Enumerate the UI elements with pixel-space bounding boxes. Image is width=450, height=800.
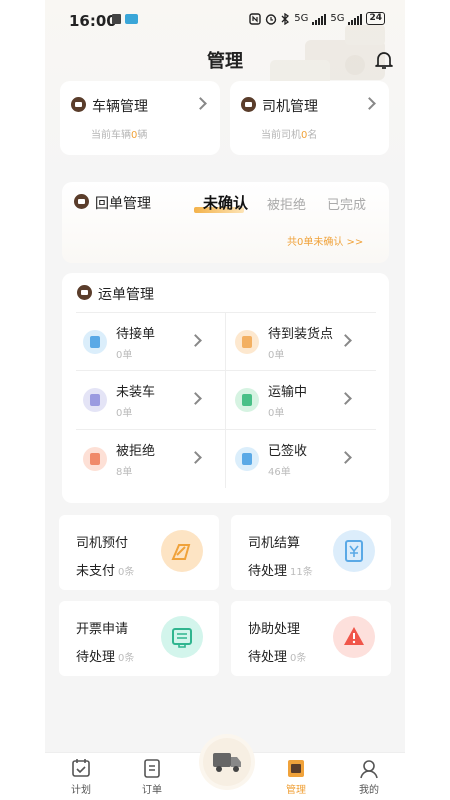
box-icon	[83, 388, 107, 412]
signal-1-label: 5G	[294, 13, 309, 24]
settlement-icon	[333, 530, 375, 572]
status-bar: 16:00 5G 5G 24	[45, 0, 405, 40]
nav-manage[interactable]: 管理	[271, 757, 321, 796]
user-icon	[360, 760, 378, 779]
receipt-title: 回单管理	[95, 196, 151, 212]
notification-icons	[111, 13, 138, 25]
vehicle-title: 车辆管理	[92, 99, 148, 115]
signal-2-icon	[348, 13, 363, 25]
chevron-right-icon	[189, 334, 202, 347]
battery-icon: 24	[366, 12, 385, 25]
vehicle-card[interactable]: 车辆管理 当前车辆0辆	[60, 81, 220, 155]
waybill-signed[interactable]: 已签收 46单	[227, 430, 375, 488]
driver-title: 司机管理	[262, 99, 318, 115]
document-icon	[144, 759, 160, 778]
center-truck-button[interactable]	[203, 738, 251, 786]
invoice-apply-tile[interactable]: 开票申请 待处理 0条	[59, 601, 219, 676]
alarm-icon	[266, 13, 277, 25]
nfc-icon	[249, 12, 261, 25]
clock-doc-icon	[83, 330, 107, 354]
system-icons: 5G 5G 24	[249, 12, 385, 25]
prepay-icon	[161, 530, 203, 572]
waybill-icon	[77, 285, 92, 300]
driver-prepay-tile[interactable]: 司机预付 未支付 0条	[59, 515, 219, 590]
transit-icon	[235, 388, 259, 412]
chevron-right-icon	[363, 97, 376, 110]
signal-1-icon	[312, 13, 327, 25]
clock: 16:00	[69, 12, 117, 30]
assist-handle-tile[interactable]: 协助处理 待处理 0条	[231, 601, 391, 676]
receipt-icon	[74, 194, 89, 209]
vehicle-count: 当前车辆0辆	[91, 130, 148, 141]
waybill-title: 运单管理	[98, 287, 154, 303]
driver-count: 当前司机0名	[261, 130, 318, 141]
truck-icon	[213, 753, 241, 772]
waybill-pending-accept[interactable]: 待接单 0单	[75, 313, 223, 371]
tab-unconfirmed[interactable]: 未确认	[203, 192, 248, 213]
nav-plan[interactable]: 计划	[56, 757, 106, 796]
driver-settlement-tile[interactable]: 司机结算 待处理 11条	[231, 515, 391, 590]
nav-mine[interactable]: 我的	[344, 757, 394, 796]
tab-rejected[interactable]: 被拒绝	[267, 194, 306, 213]
check-doc-icon	[235, 447, 259, 471]
phone-screen: 16:00 5G 5G 24 管理 车辆管理 当前车辆0辆 司机管理 当前司机0…	[45, 0, 405, 800]
page-title: 管理	[207, 51, 243, 72]
chevron-right-icon	[189, 392, 202, 405]
sim-icon	[112, 14, 121, 24]
clipboard-icon	[235, 330, 259, 354]
truck-icon	[71, 97, 86, 112]
receipt-card: 回单管理 未确认 被拒绝 已完成 共0单未确认 >>	[62, 182, 389, 263]
signal-2-label: 5G	[330, 13, 345, 24]
invoice-icon	[161, 616, 203, 658]
bell-icon[interactable]	[375, 50, 393, 70]
waybill-to-loading-point[interactable]: 待到装货点 0单	[227, 313, 375, 371]
unconfirmed-link[interactable]: 共0单未确认 >>	[287, 233, 363, 248]
warning-icon	[333, 616, 375, 658]
driver-card[interactable]: 司机管理 当前司机0名	[230, 81, 389, 155]
waybill-card: 运单管理 待接单 0单 待到装货点 0单 未装车 0单 运输中 0单 被拒绝 8…	[62, 273, 389, 503]
manage-icon	[288, 760, 304, 777]
nav-orders[interactable]: 订单	[127, 757, 177, 796]
bluetooth-icon	[281, 12, 290, 25]
waybill-not-loaded[interactable]: 未装车 0单	[75, 371, 223, 429]
tab-completed[interactable]: 已完成	[327, 194, 366, 213]
chevron-right-icon	[194, 97, 207, 110]
waybill-in-transit[interactable]: 运输中 0单	[227, 371, 375, 429]
chevron-right-icon	[189, 451, 202, 464]
divider	[225, 313, 226, 488]
driver-icon	[241, 97, 256, 112]
rejected-doc-icon	[83, 447, 107, 471]
app-icon	[125, 14, 138, 24]
chevron-right-icon	[339, 334, 352, 347]
calendar-check-icon	[72, 759, 90, 777]
waybill-rejected[interactable]: 被拒绝 8单	[75, 430, 223, 488]
chevron-right-icon	[339, 451, 352, 464]
chevron-right-icon	[339, 392, 352, 405]
